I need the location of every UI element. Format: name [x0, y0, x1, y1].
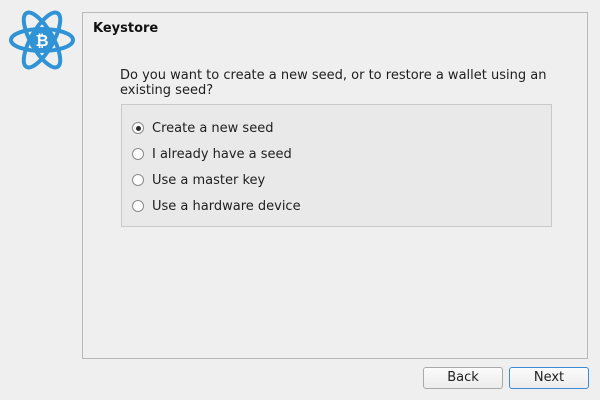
option-label: I already have a seed — [152, 146, 292, 162]
back-button[interactable]: Back — [423, 367, 503, 389]
radio-unchecked-icon[interactable] — [132, 148, 144, 160]
seed-options-group: Create a new seed I already have a seed … — [121, 104, 552, 227]
radio-unchecked-icon[interactable] — [132, 174, 144, 186]
option-create-new-seed[interactable]: Create a new seed — [132, 118, 273, 138]
seed-question-text: Do you want to create a new seed, or to … — [120, 68, 547, 98]
option-label: Use a master key — [152, 172, 266, 188]
option-already-have-seed[interactable]: I already have a seed — [132, 144, 292, 164]
option-label: Create a new seed — [152, 120, 274, 136]
keystore-panel: Keystore Do you want to create a new see… — [82, 12, 588, 359]
panel-title: Keystore — [93, 21, 159, 36]
wizard-window: ₿ Keystore Do you want to create a new s… — [0, 0, 600, 400]
radio-checked-icon[interactable] — [132, 122, 144, 134]
next-button[interactable]: Next — [509, 367, 589, 389]
option-master-key[interactable]: Use a master key — [132, 170, 265, 190]
electrum-logo-icon: ₿ — [9, 10, 75, 70]
svg-text:₿: ₿ — [35, 31, 48, 50]
option-label: Use a hardware device — [152, 198, 301, 214]
option-hardware-device[interactable]: Use a hardware device — [132, 196, 301, 216]
radio-unchecked-icon[interactable] — [132, 200, 144, 212]
